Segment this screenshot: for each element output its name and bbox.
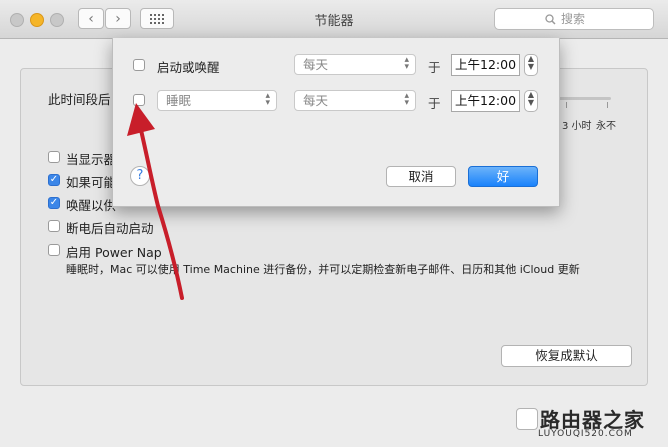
- option-label: 当显示器: [66, 152, 117, 167]
- restore-defaults-button[interactable]: 恢复成默认: [501, 345, 632, 367]
- up-down-chevron-icon: ▴ ▾: [404, 91, 409, 108]
- sleep-action-select[interactable]: 睡眠 ▴ ▾: [157, 90, 277, 111]
- startup-time-stepper[interactable]: ▲ ▼: [524, 54, 538, 76]
- up-down-chevron-icon: ▲ ▼: [527, 54, 535, 71]
- help-icon: ?: [136, 168, 144, 183]
- option-label: 唤醒以供: [66, 198, 117, 213]
- sleep-after-label: 此时间段后: [48, 92, 111, 107]
- action-value: 睡眠: [166, 93, 192, 108]
- slider-tick: [566, 102, 567, 108]
- search-icon: [545, 14, 556, 25]
- auto-restart-checkbox[interactable]: [48, 220, 60, 232]
- sleep-slider-track[interactable]: [558, 97, 611, 100]
- up-down-chevron-icon: ▴ ▾: [404, 55, 409, 72]
- frequency-value: 每天: [303, 93, 329, 108]
- wake-for-network-checkbox[interactable]: ✓: [48, 197, 60, 209]
- startup-time-field[interactable]: 上午12:00: [451, 54, 520, 76]
- frequency-value: 每天: [303, 57, 329, 72]
- sleep-frequency-select[interactable]: 每天 ▴ ▾: [294, 90, 416, 111]
- startup-wake-checkbox[interactable]: [133, 59, 145, 71]
- option-label: 断电后自动启动: [66, 221, 154, 236]
- slider-tick-label: 永不: [596, 121, 616, 132]
- power-nap-checkbox[interactable]: [48, 244, 60, 256]
- at-label: 于: [428, 96, 441, 111]
- option-label: 如果可能: [66, 175, 117, 190]
- at-label: 于: [428, 60, 441, 75]
- sleep-time-stepper[interactable]: ▲ ▼: [524, 90, 538, 112]
- up-down-chevron-icon: ▲ ▼: [527, 90, 535, 107]
- display-sleep-checkbox[interactable]: [48, 151, 60, 163]
- startup-frequency-select[interactable]: 每天 ▴ ▾: [294, 54, 416, 75]
- checkmark-icon: ✓: [49, 197, 59, 208]
- search-placeholder: 搜索: [561, 12, 586, 26]
- slider-tick-label: 3 小时: [562, 121, 592, 132]
- checkmark-icon: ✓: [49, 174, 59, 185]
- power-nap-description: 睡眠时，Mac 可以使用 Time Machine 进行备份，并可以定期检查新电…: [66, 263, 580, 276]
- search-input[interactable]: 搜索: [494, 8, 654, 30]
- hard-disk-sleep-checkbox[interactable]: ✓: [48, 174, 60, 186]
- sleep-schedule-checkbox[interactable]: [133, 94, 145, 106]
- sleep-time-field[interactable]: 上午12:00: [451, 90, 520, 112]
- help-button[interactable]: ?: [130, 166, 150, 186]
- up-down-chevron-icon: ▴ ▾: [265, 91, 270, 108]
- cancel-button[interactable]: 取消: [386, 166, 456, 187]
- option-label: 启用 Power Nap: [66, 245, 162, 260]
- schedule-button[interactable]: [516, 408, 538, 430]
- slider-tick: [607, 102, 608, 108]
- ok-button[interactable]: 好: [468, 166, 538, 187]
- watermark-url: LUYOUQI520.COM: [538, 429, 633, 439]
- startup-wake-label: 启动或唤醒: [157, 60, 220, 75]
